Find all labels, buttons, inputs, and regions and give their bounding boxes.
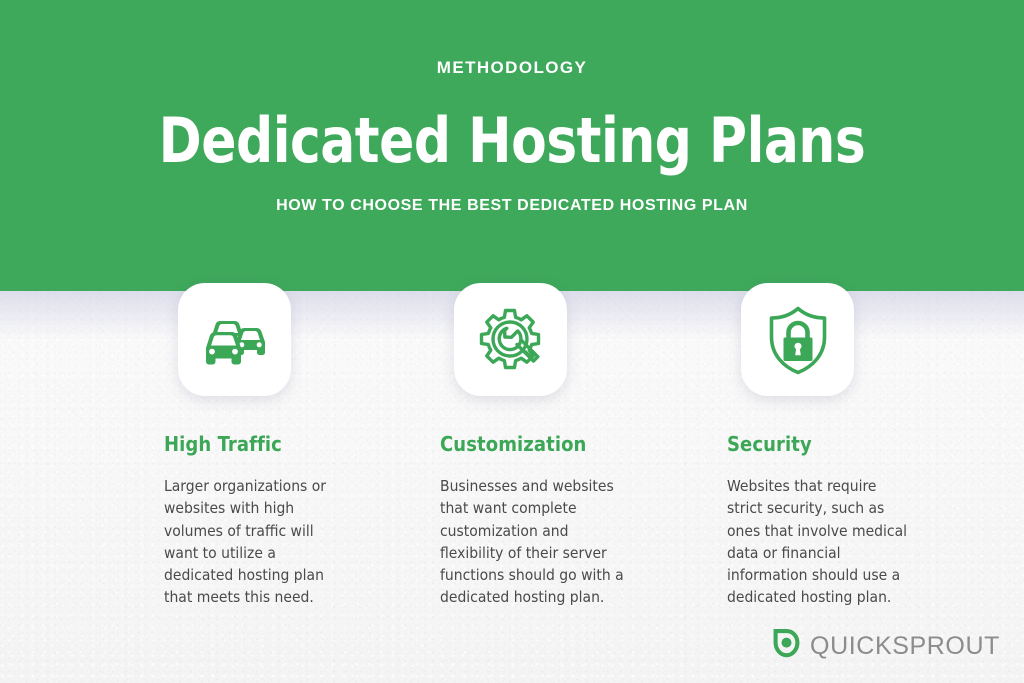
shield-lock-icon (764, 304, 832, 376)
quicksprout-logo[interactable]: QUICKSPROUT (772, 628, 1000, 664)
feature-title-security: Security (727, 432, 812, 456)
feature-column-high-traffic: High Traffic Larger organizations or web… (164, 283, 394, 609)
feature-body-high-traffic: Larger organizations or websites with hi… (164, 477, 326, 607)
feature-title-high-traffic: High Traffic (164, 432, 282, 456)
quicksprout-wordmark: QUICKSPROUT (810, 631, 1000, 660)
traffic-cars-icon (198, 309, 272, 371)
infographic-page: METHODOLOGY Dedicated Hosting Plans HOW … (0, 0, 1024, 683)
feature-body-customization: Businesses and websites that want comple… (440, 477, 624, 607)
feature-title-customization: Customization (440, 432, 587, 456)
feature-column-customization: Customization Businesses and websites th… (440, 283, 670, 609)
feature-column-security: Security Websites that require strict se… (727, 283, 957, 609)
feature-body-security: Websites that require strict security, s… (727, 477, 907, 607)
feature-columns: High Traffic Larger organizations or web… (0, 0, 1024, 683)
icon-card-high-traffic (178, 283, 291, 396)
gear-wrench-icon (476, 305, 546, 375)
quicksprout-sprout-icon (772, 628, 801, 664)
icon-card-security (741, 283, 854, 396)
icon-card-customization (454, 283, 567, 396)
